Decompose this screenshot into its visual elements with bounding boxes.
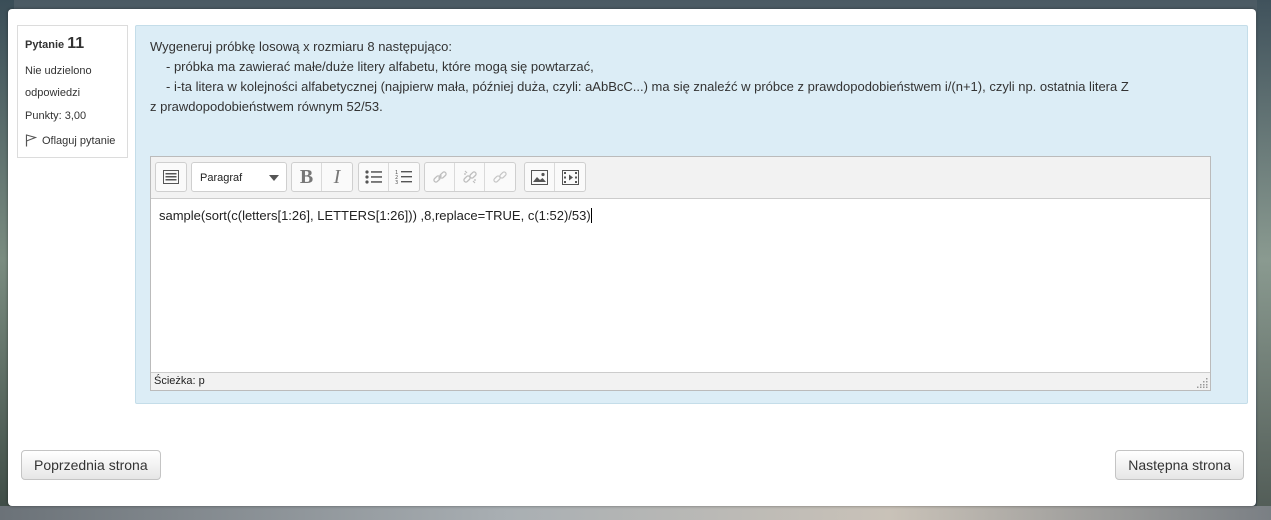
editor-toolbar: Paragraf B I 1 2 3 bbox=[151, 157, 1210, 199]
unordered-list-icon bbox=[364, 170, 382, 184]
bold-button[interactable]: B bbox=[292, 163, 322, 191]
question-line-3: z prawdopodobieństwem równym 52/53. bbox=[150, 99, 383, 114]
background-right bbox=[1257, 0, 1271, 520]
unordered-list-button[interactable] bbox=[359, 163, 389, 191]
unlink-button[interactable] bbox=[455, 163, 485, 191]
toolbar-group-media bbox=[524, 162, 586, 192]
question-number-label: Pytanie bbox=[25, 39, 65, 51]
format-select[interactable]: Paragraf bbox=[191, 162, 287, 192]
toolbar-group-style: B I bbox=[291, 162, 353, 192]
previous-page-button[interactable]: Poprzednia strona bbox=[21, 450, 161, 480]
chevron-down-icon bbox=[269, 175, 279, 181]
question-intro: Wygeneruj próbkę losową x rozmiaru 8 nas… bbox=[150, 39, 452, 54]
insert-image-button[interactable] bbox=[525, 163, 555, 191]
ordered-list-icon: 1 2 3 bbox=[395, 170, 412, 185]
editor-status-bar: Ścieżka: p bbox=[151, 372, 1210, 390]
format-select-value: Paragraf bbox=[200, 172, 243, 184]
path-label: Ścieżka: bbox=[154, 375, 196, 387]
next-page-button[interactable]: Następna strona bbox=[1115, 450, 1244, 480]
link-icon bbox=[432, 171, 447, 183]
toolbar-group-links bbox=[424, 162, 516, 192]
toolbar-toggle-icon bbox=[163, 170, 179, 184]
question-number-value: 11 bbox=[67, 35, 85, 52]
background-bottom bbox=[0, 506, 1271, 520]
question-grade: Punkty: 3,00 bbox=[25, 110, 87, 122]
ordered-list-button[interactable]: 1 2 3 bbox=[389, 163, 419, 191]
text-cursor bbox=[590, 208, 592, 223]
question-line-1: - próbka ma zawierać małe/duże litery al… bbox=[166, 59, 594, 74]
question-number: Pytanie 11 bbox=[25, 35, 120, 53]
manage-files-button[interactable] bbox=[485, 163, 515, 191]
question-content: Wygeneruj próbkę losową x rozmiaru 8 nas… bbox=[135, 25, 1248, 404]
flag-question-toggle[interactable]: Oflaguj pytanie bbox=[25, 134, 120, 147]
editor-text-area[interactable]: sample(sort(c(letters[1:26], LETTERS[1:2… bbox=[159, 208, 592, 223]
link-button[interactable] bbox=[425, 163, 455, 191]
image-icon bbox=[531, 169, 548, 185]
toolbar-group-toggle bbox=[155, 162, 187, 192]
bold-icon: B bbox=[299, 165, 314, 188]
toolbar-toggle-button[interactable] bbox=[156, 163, 186, 191]
italic-button[interactable]: I bbox=[322, 163, 352, 191]
question-line-2: - i-ta litera w kolejności alfabetycznej… bbox=[166, 79, 1129, 94]
media-icon bbox=[561, 169, 579, 185]
question-text: Wygeneruj próbkę losową x rozmiaru 8 nas… bbox=[150, 37, 1230, 117]
question-info-panel: Pytanie 11 Nie udzielono odpowiedzi Punk… bbox=[17, 25, 128, 158]
svg-text:3: 3 bbox=[395, 180, 398, 185]
flag-label: Oflaguj pytanie bbox=[42, 134, 116, 147]
insert-media-button[interactable] bbox=[555, 163, 585, 191]
path-value[interactable]: p bbox=[199, 375, 205, 387]
question-state: Nie udzielono odpowiedzi bbox=[25, 65, 92, 99]
quiz-page: Pytanie 11 Nie udzielono odpowiedzi Punk… bbox=[8, 9, 1256, 506]
flag-icon bbox=[25, 134, 37, 147]
toolbar-group-lists: 1 2 3 bbox=[358, 162, 420, 192]
unlink-icon bbox=[462, 170, 477, 184]
resize-grip-icon[interactable] bbox=[1196, 376, 1208, 388]
answer-editor: Paragraf B I 1 2 3 sample(sort(c(letters… bbox=[150, 156, 1211, 391]
manage-files-icon bbox=[493, 171, 507, 183]
italic-icon: I bbox=[333, 165, 341, 188]
editor-content: sample(sort(c(letters[1:26], LETTERS[1:2… bbox=[159, 208, 591, 223]
